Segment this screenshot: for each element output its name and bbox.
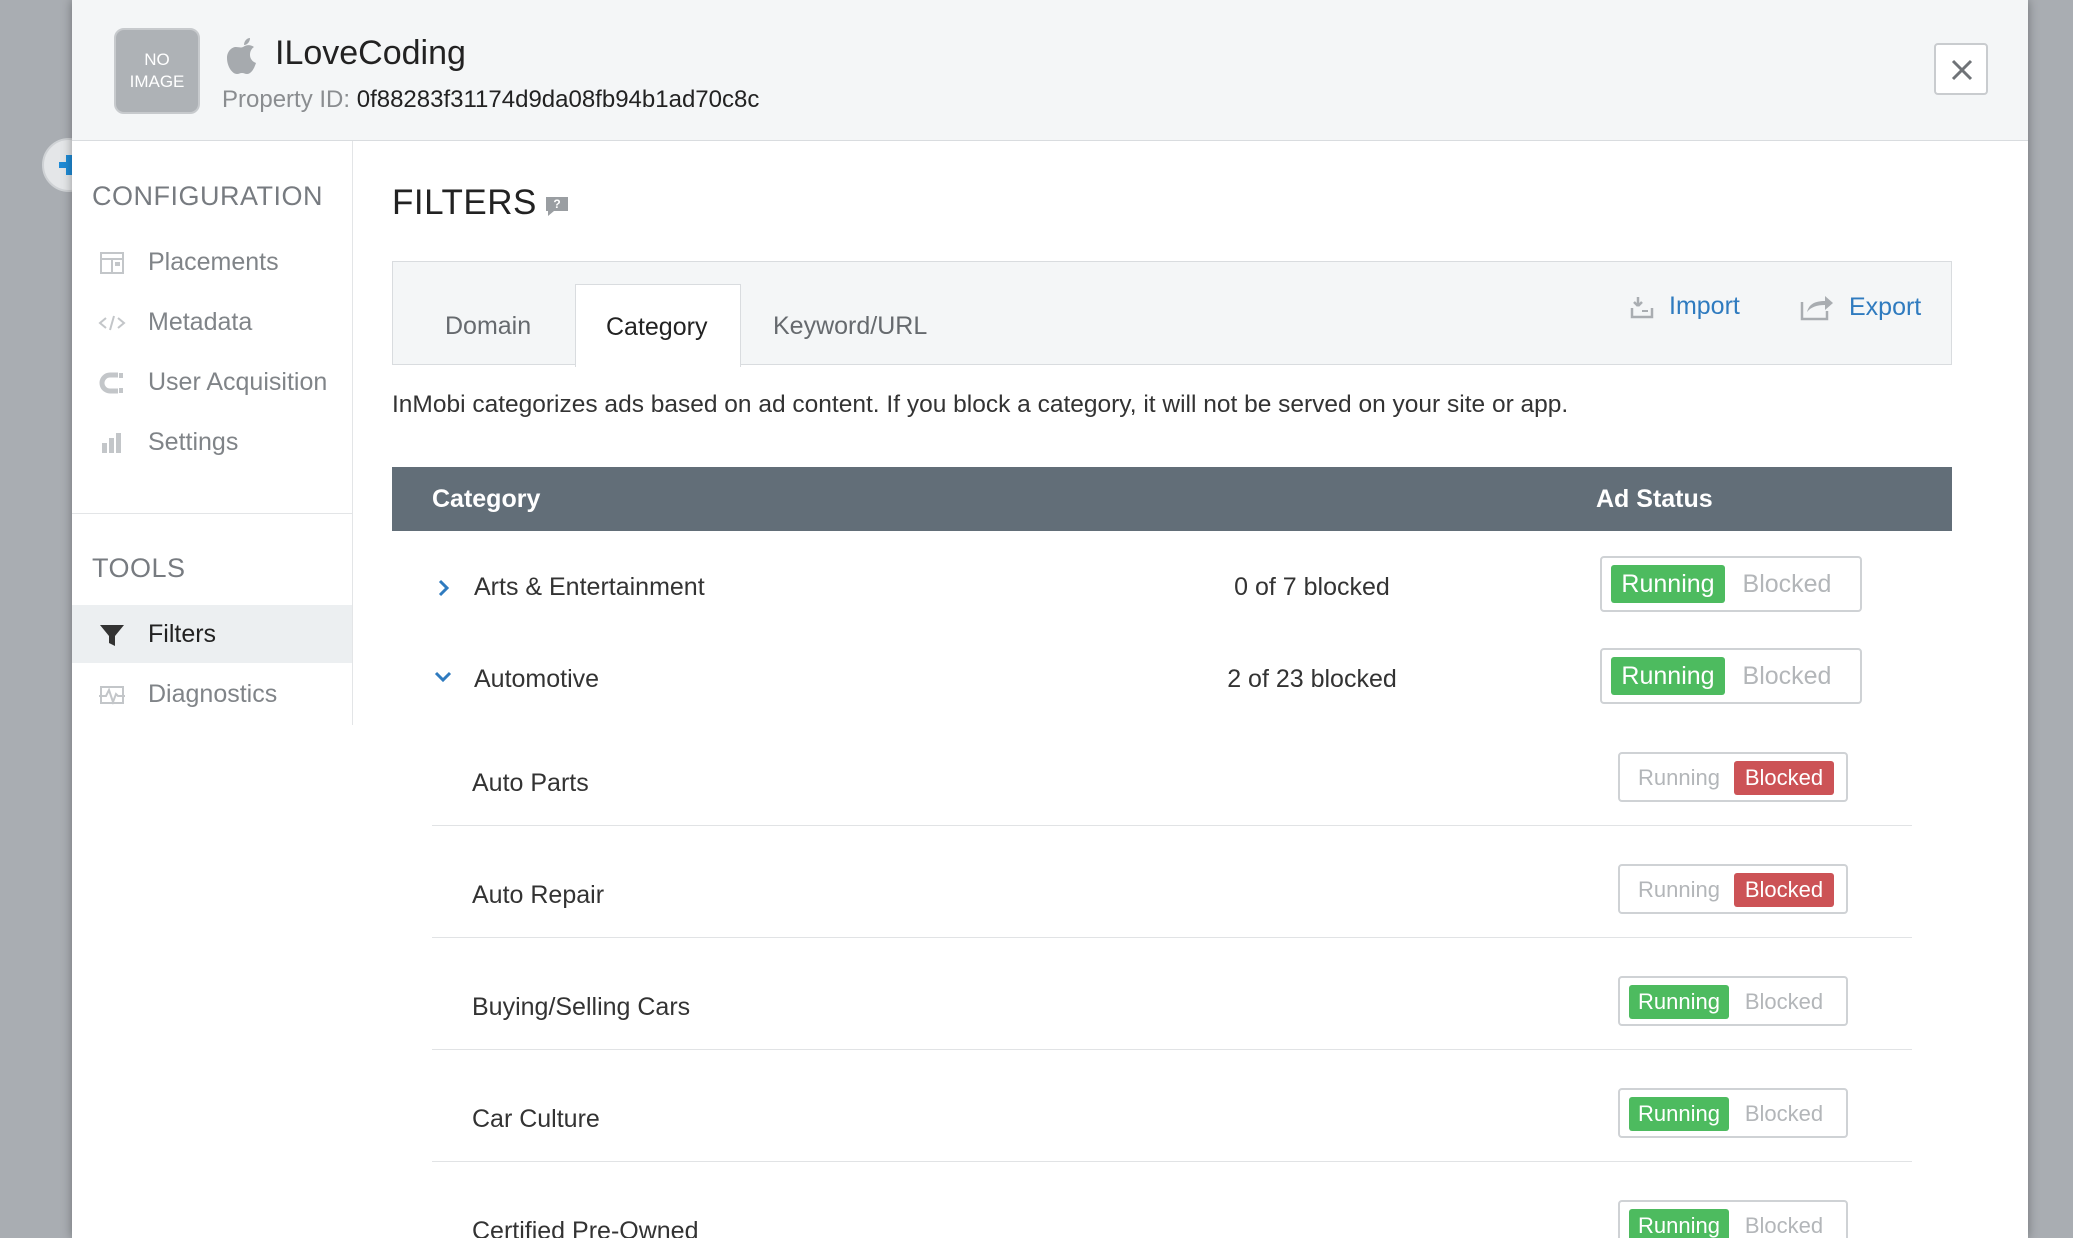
subcategory-name: Buying/Selling Cars (472, 993, 691, 1021)
running-option[interactable]: Running (1629, 873, 1729, 907)
blocked-count: 0 of 7 blocked (1234, 573, 1390, 601)
app-title: ILoveCoding (275, 34, 466, 72)
blocked-option[interactable]: Blocked (1728, 657, 1846, 695)
import-label: Import (1669, 292, 1740, 320)
sidebar-item-label: Diagnostics (148, 679, 278, 708)
property-id-line: Property ID: 0f88283f31174d9da08fb94b1ad… (222, 86, 759, 114)
running-option[interactable]: Running (1629, 985, 1729, 1019)
chevron-down-icon[interactable] (432, 669, 454, 685)
svg-text:?: ? (553, 197, 560, 211)
help-icon[interactable]: ? (544, 193, 570, 217)
category-row: Arts & Entertainment 0 of 7 blocked Runn… (392, 543, 1952, 633)
blocked-option[interactable]: Blocked (1734, 761, 1834, 795)
filter-description: InMobi categorizes ads based on ad conte… (392, 391, 1569, 418)
tab-keyword-url[interactable]: Keyword/URL (741, 284, 971, 366)
column-header-ad-status: Ad Status (1596, 485, 1713, 513)
column-header-category: Category (432, 485, 541, 513)
row-divider (432, 825, 1912, 826)
filter-tabs-bar: Domain Category Keyword/URL Import Expor… (392, 261, 1952, 367)
export-button[interactable]: Export (1799, 292, 1921, 322)
code-icon (98, 315, 126, 331)
subcategory-row: Buying/Selling Cars Running Blocked (392, 961, 1952, 1073)
chevron-right-icon[interactable] (436, 577, 452, 599)
blocked-option[interactable]: Blocked (1734, 1209, 1834, 1238)
ad-status-toggle[interactable]: Running Blocked (1618, 1200, 1848, 1238)
running-option[interactable]: Running (1611, 565, 1725, 603)
sidebar-item-filters[interactable]: Filters (72, 605, 352, 663)
sidebar-item-label: User Acquisition (148, 367, 328, 396)
sidebar-item-metadata[interactable]: Metadata (72, 293, 352, 351)
blocked-option[interactable]: Blocked (1734, 1097, 1834, 1131)
ad-status-toggle[interactable]: Running Blocked (1618, 1088, 1848, 1138)
sidebar-item-user-acquisition[interactable]: User Acquisition (72, 353, 352, 411)
modal-header: NO IMAGE ILoveCoding Property ID: 0f8828… (72, 0, 2028, 141)
sidebar-item-label: Settings (148, 427, 239, 456)
subcategory-row: Auto Repair Running Blocked (392, 849, 1952, 961)
close-icon (1951, 59, 1973, 81)
sidebar-item-placements[interactable]: Placements (72, 233, 352, 291)
blocked-option[interactable]: Blocked (1728, 565, 1846, 603)
export-label: Export (1849, 292, 1922, 321)
ad-status-toggle[interactable]: Running Blocked (1618, 976, 1848, 1026)
running-option[interactable]: Running (1629, 1209, 1729, 1238)
category-name[interactable]: Arts & Entertainment (474, 573, 705, 602)
property-id-value: 0f88283f31174d9da08fb94b1ad70c8c (356, 86, 760, 113)
subcategory-row: Certified Pre-Owned Running Blocked (392, 1185, 1952, 1238)
running-option[interactable]: Running (1629, 761, 1729, 795)
category-name[interactable]: Automotive (474, 665, 599, 694)
subcategory-name: Certified Pre-Owned (472, 1217, 699, 1238)
sidebar-item-settings[interactable]: Settings (72, 413, 352, 471)
tab-label: Keyword/URL (773, 312, 928, 340)
sidebar-item-label: Metadata (148, 307, 253, 336)
blocked-count: 2 of 23 blocked (1227, 665, 1397, 693)
tab-label: Category (606, 313, 708, 341)
subcategory-row: Auto Parts Running Blocked (392, 737, 1952, 849)
category-row: Automotive 2 of 23 blocked Running Block… (392, 635, 1952, 725)
property-modal: NO IMAGE ILoveCoding Property ID: 0f8828… (72, 0, 2028, 1238)
property-id-label: Property ID: (222, 86, 351, 113)
subcategory-name: Car Culture (472, 1105, 600, 1133)
tab-category[interactable]: Category (575, 284, 741, 367)
row-divider (432, 1049, 1912, 1050)
apple-icon (227, 38, 256, 74)
subcategory-name: Auto Parts (472, 769, 589, 797)
filter-icon (100, 625, 124, 646)
subcategory-name: Auto Repair (472, 881, 605, 909)
table-header: Category Ad Status (392, 467, 1952, 531)
page-title: FILTERS (392, 183, 537, 222)
sidebar-item-diagnostics[interactable]: Diagnostics (72, 665, 352, 723)
import-button[interactable]: Import (1629, 292, 1740, 321)
running-option[interactable]: Running (1629, 1097, 1729, 1131)
magnet-icon (99, 372, 123, 394)
sidebar-item-label: Filters (148, 619, 217, 648)
placements-icon (100, 252, 124, 274)
blocked-option[interactable]: Blocked (1734, 985, 1834, 1019)
sidebar-divider (72, 513, 352, 514)
ad-status-toggle[interactable]: Running Blocked (1600, 556, 1862, 612)
running-option[interactable]: Running (1611, 657, 1725, 695)
bar-chart-icon (102, 433, 121, 453)
import-icon (1630, 296, 1654, 318)
ad-status-toggle[interactable]: Running Blocked (1618, 864, 1848, 914)
subcategory-row: Car Culture Running Blocked (392, 1073, 1952, 1185)
ad-status-toggle[interactable]: Running Blocked (1600, 648, 1862, 704)
app-thumbnail: NO IMAGE (114, 28, 200, 114)
tools-heading: TOOLS (92, 553, 186, 583)
no-image-text: NO IMAGE (129, 50, 185, 91)
row-divider (432, 937, 1912, 938)
export-icon (1800, 296, 1833, 321)
sidebar-item-label: Placements (148, 247, 279, 276)
ad-status-toggle[interactable]: Running Blocked (1618, 752, 1848, 802)
configuration-heading: CONFIGURATION (92, 181, 323, 211)
blocked-option[interactable]: Blocked (1734, 873, 1834, 907)
pulse-icon (99, 686, 125, 705)
sidebar: CONFIGURATION Placements Metadata User A… (72, 141, 353, 725)
row-divider (432, 1161, 1912, 1162)
tab-domain[interactable]: Domain (393, 284, 575, 366)
close-button[interactable] (1934, 43, 1988, 95)
tab-label: Domain (445, 312, 532, 340)
